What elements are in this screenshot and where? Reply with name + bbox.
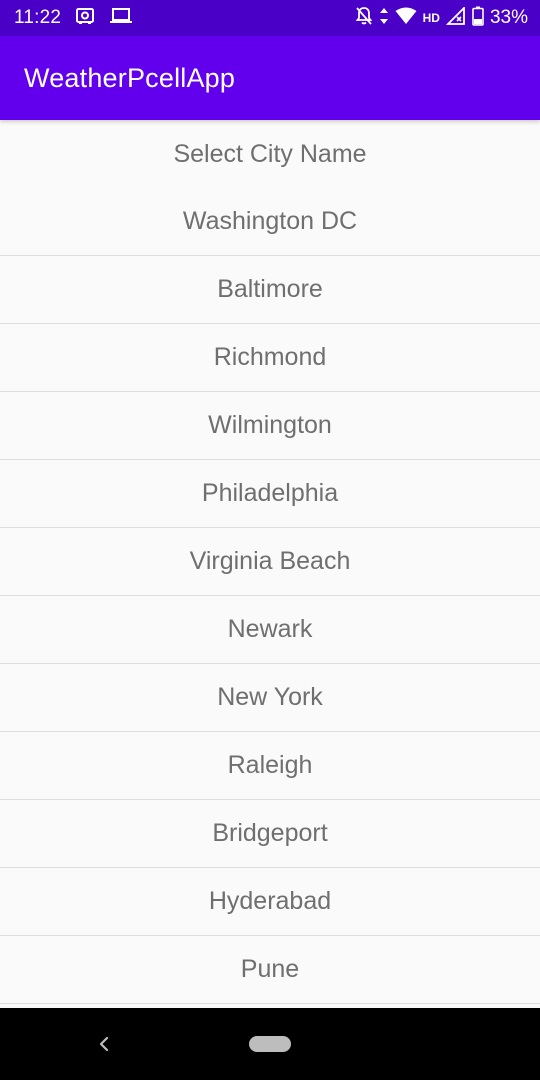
- storage-icon: [75, 7, 95, 30]
- list-item-raleigh[interactable]: Raleigh: [0, 732, 540, 800]
- list-item-philadelphia[interactable]: Philadelphia: [0, 460, 540, 528]
- cellular-signal-icon: [445, 5, 466, 30]
- list-item-hyderabad[interactable]: Hyderabad: [0, 868, 540, 936]
- notifications-off-icon: [355, 6, 373, 31]
- city-spinner[interactable]: Select City Name: [0, 120, 540, 188]
- battery-percent: 33%: [489, 7, 528, 28]
- list-item-wilmington[interactable]: Wilmington: [0, 392, 540, 460]
- status-time: 11:22: [14, 7, 62, 28]
- data-arrows-icon: [379, 6, 389, 31]
- status-bar: 11:22 HD 33%: [0, 0, 540, 36]
- list-item-new-york[interactable]: New York: [0, 664, 540, 732]
- list-item-washington-dc[interactable]: Washington DC: [0, 188, 540, 256]
- list-item-newark[interactable]: Newark: [0, 596, 540, 664]
- laptop-icon: [109, 7, 133, 30]
- list-item-pune[interactable]: Pune: [0, 936, 540, 1004]
- navigation-bar: [0, 1008, 540, 1080]
- status-left-group: 11:22: [14, 7, 133, 30]
- status-right-group: HD 33%: [355, 5, 528, 31]
- list-item-richmond[interactable]: Richmond: [0, 324, 540, 392]
- wifi-icon: [395, 7, 417, 30]
- battery-icon: [472, 6, 484, 31]
- app-bar: WeatherPcellApp: [0, 36, 540, 120]
- home-pill-icon[interactable]: [249, 1036, 291, 1052]
- list-item-baltimore[interactable]: Baltimore: [0, 256, 540, 324]
- hd-label: HD: [422, 11, 440, 25]
- list-item-bridgeport[interactable]: Bridgeport: [0, 800, 540, 868]
- back-icon[interactable]: [96, 1032, 112, 1056]
- city-dropdown-list: Select City Name Washington DC Baltimore…: [0, 120, 540, 1008]
- app-title: WeatherPcellApp: [24, 62, 236, 93]
- list-item-virginia-beach[interactable]: Virginia Beach: [0, 528, 540, 596]
